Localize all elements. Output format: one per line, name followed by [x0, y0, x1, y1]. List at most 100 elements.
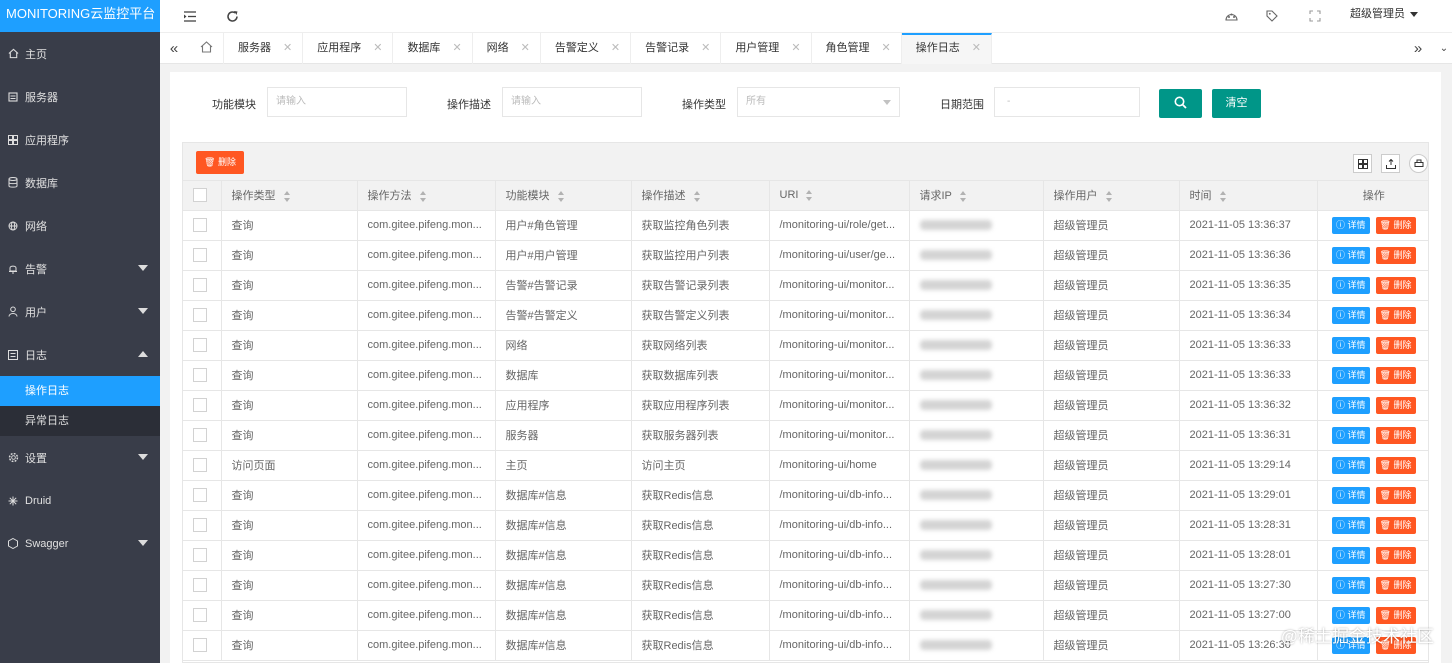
table-row[interactable]: 查询 com.gitee.pifeng.mon... 数据库 获取数据库列表/moni… — [183, 360, 1428, 391]
tabs-scroll-left-icon[interactable]: « — [160, 33, 188, 64]
tab-server[interactable]: 服务器 ✕ — [224, 33, 304, 64]
close-icon[interactable]: ✕ — [791, 42, 800, 54]
delete-button[interactable]: 🗑 删除 — [1375, 306, 1416, 324]
table-row[interactable]: 访问页面 com.gitee.pifeng.mon... 主页 访问主页/monito… — [183, 450, 1428, 481]
batch-delete-button[interactable]: 🗑 删除 — [196, 151, 244, 174]
delete-button[interactable]: 🗑 删除 — [1375, 426, 1416, 444]
close-icon[interactable]: ✕ — [373, 42, 382, 54]
tag-icon[interactable] — [1262, 6, 1282, 26]
type-select[interactable]: 所有 — [737, 87, 900, 117]
fullscreen-icon[interactable] — [1305, 6, 1325, 26]
sort-icon[interactable] — [419, 190, 427, 202]
sort-icon[interactable] — [806, 189, 813, 201]
search-button[interactable] — [1159, 89, 1202, 118]
clear-button[interactable]: 清空 — [1212, 89, 1261, 118]
row-checkbox[interactable] — [193, 308, 207, 322]
column-header[interactable]: 操作描述 — [631, 181, 770, 211]
menu-toggle-icon[interactable] — [180, 6, 200, 26]
row-checkbox[interactable] — [193, 638, 207, 652]
row-checkbox[interactable] — [193, 608, 207, 622]
row-checkbox[interactable] — [193, 458, 207, 472]
detail-button[interactable]: ⓘ 详情 — [1331, 276, 1370, 294]
app-logo[interactable]: MONITORING云监控平台 — [0, 0, 160, 32]
row-checkbox[interactable] — [193, 578, 207, 592]
table-row[interactable]: 查询 com.gitee.pifeng.mon... 数据库#信息 获取Redis信息… — [183, 630, 1428, 661]
delete-button[interactable]: 🗑 删除 — [1375, 576, 1416, 594]
close-icon[interactable]: ✕ — [283, 42, 292, 54]
date-range-input[interactable]: - — [994, 87, 1140, 117]
module-input[interactable]: 请输入 — [267, 87, 407, 117]
column-header[interactable]: 请求IP — [909, 181, 1044, 211]
detail-button[interactable]: ⓘ 详情 — [1331, 576, 1370, 594]
table-row[interactable]: 查询 com.gitee.pifeng.mon... 数据库#信息 获取Redis信息… — [183, 480, 1428, 511]
sort-icon[interactable] — [283, 190, 291, 202]
row-checkbox[interactable] — [193, 488, 207, 502]
table-row[interactable]: 查询 com.gitee.pifeng.mon... 数据库#信息 获取Redis信息… — [183, 510, 1428, 541]
delete-button[interactable]: 🗑 删除 — [1375, 336, 1416, 354]
tab-network[interactable]: 网络 ✕ — [473, 33, 541, 64]
theme-icon[interactable] — [1221, 6, 1241, 26]
sidebar-item-apps[interactable]: 应用程序 — [0, 118, 160, 161]
detail-button[interactable]: ⓘ 详情 — [1331, 246, 1370, 264]
tab-database[interactable]: 数据库 ✕ — [393, 33, 473, 64]
detail-button[interactable]: ⓘ 详情 — [1331, 426, 1370, 444]
detail-button[interactable]: ⓘ 详情 — [1331, 546, 1370, 564]
detail-button[interactable]: ⓘ 详情 — [1331, 306, 1370, 324]
close-icon[interactable]: ✕ — [882, 42, 891, 54]
columns-filter-icon[interactable] — [1353, 154, 1372, 173]
close-icon[interactable]: ✕ — [701, 42, 710, 54]
sort-icon[interactable] — [1219, 190, 1227, 202]
close-icon[interactable]: ✕ — [452, 42, 461, 54]
detail-button[interactable]: ⓘ 详情 — [1331, 486, 1370, 504]
delete-button[interactable]: 🗑 删除 — [1375, 246, 1416, 264]
sidebar-item-log[interactable]: 日志 — [0, 333, 160, 376]
tab-apps[interactable]: 应用程序 ✕ — [303, 33, 394, 64]
row-checkbox[interactable] — [193, 428, 207, 442]
table-row[interactable]: 查询 com.gitee.pifeng.mon... 数据库#信息 获取Redis信息… — [183, 600, 1428, 631]
tabs-menu-icon[interactable]: ⌄ — [1430, 33, 1452, 64]
export-icon[interactable] — [1381, 154, 1400, 173]
detail-button[interactable]: ⓘ 详情 — [1331, 396, 1370, 414]
column-header[interactable]: 功能模块 — [495, 181, 632, 211]
tab-alarm-record[interactable]: 告警记录 ✕ — [631, 33, 722, 64]
sidebar-item-settings[interactable]: 设置 — [0, 436, 160, 479]
sidebar-item-swagger[interactable]: Swagger — [0, 522, 160, 565]
row-checkbox[interactable] — [193, 398, 207, 412]
table-row[interactable]: 查询 com.gitee.pifeng.mon... 服务器 获取服务器列表/moni… — [183, 420, 1428, 451]
tab-home[interactable] — [190, 33, 224, 64]
sidebar-item-user[interactable]: 用户 — [0, 290, 160, 333]
sidebar-subitem-operation-log[interactable]: 操作日志 — [0, 376, 160, 406]
sidebar-item-druid[interactable]: Druid — [0, 479, 160, 522]
row-checkbox[interactable] — [193, 518, 207, 532]
delete-button[interactable]: 🗑 删除 — [1375, 366, 1416, 384]
column-header[interactable]: 操作用户 — [1043, 181, 1180, 211]
table-row[interactable]: 查询 com.gitee.pifeng.mon... 数据库#信息 获取Redis信息… — [183, 570, 1428, 601]
tab-user-management[interactable]: 用户管理 ✕ — [721, 33, 812, 64]
tab-role-management[interactable]: 角色管理 ✕ — [812, 33, 902, 64]
row-checkbox[interactable] — [193, 278, 207, 292]
refresh-icon[interactable] — [222, 6, 242, 26]
row-checkbox[interactable] — [193, 338, 207, 352]
sort-icon[interactable] — [1105, 190, 1113, 202]
delete-button[interactable]: 🗑 删除 — [1375, 396, 1416, 414]
detail-button[interactable]: ⓘ 详情 — [1331, 606, 1370, 624]
sidebar-item-home[interactable]: 主页 — [0, 32, 160, 75]
column-header[interactable]: 操作类型 — [221, 181, 358, 211]
delete-button[interactable]: 🗑 删除 — [1375, 546, 1416, 564]
delete-button[interactable]: 🗑 删除 — [1375, 216, 1416, 234]
row-checkbox[interactable] — [193, 548, 207, 562]
table-row[interactable]: 查询 com.gitee.pifeng.mon... 告警#告警定义 获取告警定义列表… — [183, 300, 1428, 331]
detail-button[interactable]: ⓘ 详情 — [1331, 336, 1370, 354]
sidebar-item-alarm[interactable]: 告警 — [0, 247, 160, 290]
sidebar-item-server[interactable]: 服务器 — [0, 75, 160, 118]
sidebar-item-database[interactable]: 数据库 — [0, 161, 160, 204]
print-icon[interactable] — [1409, 154, 1428, 173]
close-icon[interactable]: ✕ — [611, 42, 620, 54]
tab-operation-log[interactable]: 操作日志 ✕ — [901, 33, 992, 64]
detail-button[interactable]: ⓘ 详情 — [1331, 216, 1370, 234]
close-icon[interactable]: ✕ — [521, 42, 530, 54]
row-checkbox[interactable] — [193, 218, 207, 232]
close-icon[interactable]: ✕ — [972, 42, 981, 54]
delete-button[interactable]: 🗑 删除 — [1375, 486, 1416, 504]
row-checkbox[interactable] — [193, 248, 207, 262]
